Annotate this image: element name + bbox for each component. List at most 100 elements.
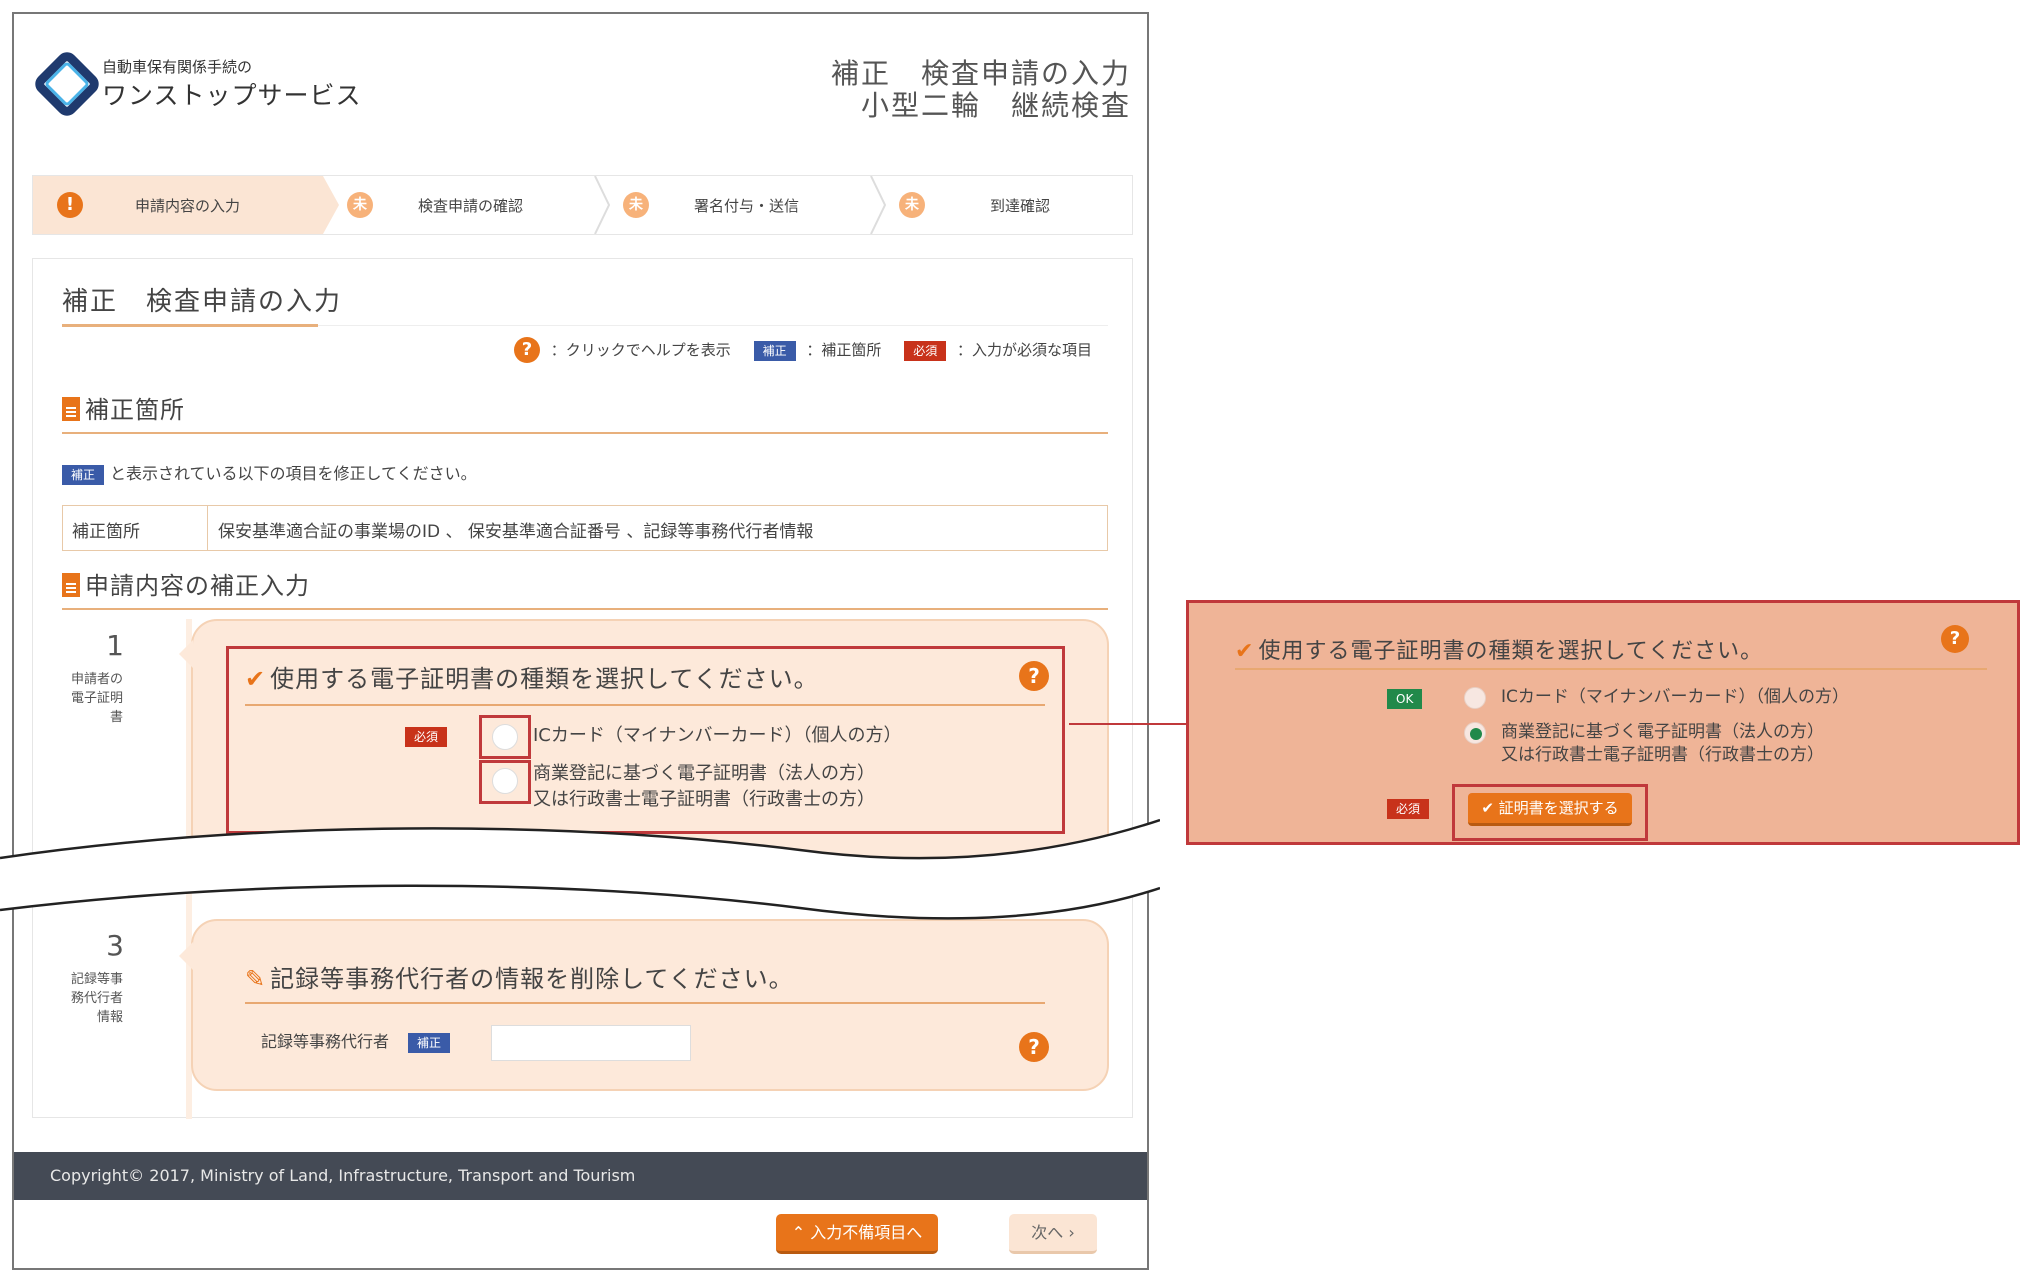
button-label: 入力不備項目へ xyxy=(810,1223,923,1242)
item-label-line: 電子証明 xyxy=(70,691,123,706)
radio-corporate-cert[interactable] xyxy=(492,768,518,794)
required-badge: 必須 xyxy=(405,727,448,747)
content-panel: 補正 検査申請の入力 ? ：クリックでヘルプを表示 補正 ：補正箇所 必須 ：入… xyxy=(32,258,1133,1119)
card-pointer xyxy=(179,942,193,970)
fix-table-value: 保安基準適合証の事業場のID 、 保安基準適合証番号 、記録等事務代行者情報 xyxy=(218,522,814,542)
divider xyxy=(318,325,1108,326)
document-icon xyxy=(62,397,80,421)
item-label-line: 申請者の xyxy=(70,672,123,687)
pending-icon: 未 xyxy=(899,192,925,218)
field-label: 記録等事務代行者 xyxy=(261,1032,390,1051)
step-arrival: 未 到達確認 xyxy=(891,176,1131,234)
legend-required-text: ：入力が必須な項目 xyxy=(956,341,1092,359)
agent-info-input[interactable] xyxy=(491,1025,691,1061)
button-label: 次へ xyxy=(1031,1223,1064,1242)
zoom-callout: ✔ 使用する電子証明書の種類を選択してください。 ? OK ICカード（マイナンバ… xyxy=(1186,600,2020,845)
item-label-line: 書 xyxy=(109,710,123,725)
question-text: 記録等事務代行者の情報を削除してください。 xyxy=(270,965,794,993)
title-underline xyxy=(62,324,318,327)
step-confirm: 未 検査申請の確認 xyxy=(339,176,614,234)
question-card xyxy=(191,919,1109,1091)
ok-badge: OK xyxy=(1387,689,1423,709)
fix-instructions: 補正 と表示されている以下の項目を修正してください。 xyxy=(62,460,477,485)
legend-help-text: ：クリックでヘルプを表示 xyxy=(550,341,731,359)
option-corporate-cert: 商業登記に基づく電子証明書（法人の方） 又は行政書士電子証明書（行政書士の方） xyxy=(1501,721,1824,767)
section-heading-input: 申請内容の補正入力 xyxy=(62,566,310,601)
radio-ic-card[interactable] xyxy=(492,724,518,750)
item-label: 記録等事 務代行者 情報 xyxy=(53,970,123,1027)
document-figure: 自動車保有関係手続の ワンストップサービス 補正 検査申請の入力 小型二輪 継続… xyxy=(0,0,2026,1274)
callout-connector xyxy=(1069,723,1187,725)
pending-icon: 未 xyxy=(347,192,373,218)
logo-icon xyxy=(35,52,99,116)
chevron-right-icon: › xyxy=(1063,1223,1075,1242)
option-line: 又は行政書士電子証明書（行政書士の方） xyxy=(1501,745,1824,765)
option-ic-card: ICカード（マイナンバーカード）（個人の方） xyxy=(533,725,902,746)
question-underline xyxy=(245,704,1045,706)
alert-icon: ! xyxy=(57,192,83,218)
header-title-line2: 小型二輪 継続検査 xyxy=(860,89,1131,122)
page-break-wave xyxy=(0,818,1160,920)
edit-icon: ✎ xyxy=(245,965,267,993)
question-text: 使用する電子証明書の種類を選択してください。 xyxy=(270,665,819,693)
step-arrow xyxy=(323,176,339,234)
step-label: 署名付与・送信 xyxy=(694,197,800,215)
header-title-line1: 補正 検査申請の入力 xyxy=(830,57,1131,90)
required-badge: 必須 xyxy=(1387,799,1430,819)
item-number: 1 xyxy=(106,629,124,662)
next-button[interactable]: 次へ › xyxy=(1009,1214,1097,1254)
question-title: ✎ 記録等事務代行者の情報を削除してください。 xyxy=(245,959,794,994)
fix-table: 補正箇所 保安基準適合証の事業場のID 、 保安基準適合証番号 、記録等事務代行… xyxy=(62,505,1108,551)
radio-ic-card[interactable] xyxy=(1464,687,1486,709)
question-underline xyxy=(245,1002,1045,1004)
footer: Copyright© 2017, Ministry of Land, Infra… xyxy=(14,1152,1147,1200)
progress-steps: ! 申請内容の入力 未 検査申請の確認 未 署名付与・送信 未 到達確認 xyxy=(32,175,1133,235)
button-label: 証明書を選択する xyxy=(1498,799,1619,817)
step-label: 検査申請の確認 xyxy=(418,197,524,215)
legend: ? ：クリックでヘルプを表示 補正 ：補正箇所 必須 ：入力が必須な項目 xyxy=(514,337,1092,369)
check-icon: ✔ xyxy=(1235,639,1255,664)
question-title: ✔ 使用する電子証明書の種類を選択してください。 xyxy=(245,659,819,694)
incomplete-items-button[interactable]: ⌃ 入力不備項目へ xyxy=(776,1214,938,1254)
option-line: 商業登記に基づく電子証明書（法人の方） xyxy=(533,763,875,784)
card-pointer xyxy=(179,640,193,668)
select-certificate-button[interactable]: ✔ 証明書を選択する xyxy=(1468,793,1632,826)
fix-table-header: 補正箇所 xyxy=(63,506,208,550)
option-corporate-cert: 商業登記に基づく電子証明書（法人の方） 又は行政書士電子証明書（行政書士の方） xyxy=(533,761,875,813)
required-badge: 必須 xyxy=(904,341,947,361)
panel-title: 補正 検査申請の入力 xyxy=(62,287,343,317)
question-underline xyxy=(1235,668,1987,670)
option-ic-card: ICカード（マイナンバーカード）（個人の方） xyxy=(1501,687,1850,707)
item-label-line: 記録等事 xyxy=(70,972,123,987)
step-sign: 未 署名付与・送信 xyxy=(615,176,890,234)
help-icon[interactable]: ? xyxy=(1019,661,1049,691)
item-label: 申請者の 電子証明 書 xyxy=(53,670,123,727)
application-page: 自動車保有関係手続の ワンストップサービス 補正 検査申請の入力 小型二輪 継続… xyxy=(12,12,1149,1270)
help-icon[interactable]: ? xyxy=(1019,1032,1049,1062)
chevron-up-icon: ⌃ xyxy=(791,1223,811,1242)
fix-badge: 補正 xyxy=(62,465,105,485)
page-header-title: 補正 検査申請の入力 小型二輪 継続検査 xyxy=(831,58,1131,122)
section-line xyxy=(62,608,1108,610)
step-label: 到達確認 xyxy=(990,197,1051,215)
help-icon[interactable]: ? xyxy=(514,337,541,363)
item-label-line: 情報 xyxy=(96,1010,123,1025)
help-icon[interactable]: ? xyxy=(1941,625,1969,653)
logo-subtitle: 自動車保有関係手続の xyxy=(102,58,253,76)
pending-icon: 未 xyxy=(623,192,649,218)
step-label: 申請内容の入力 xyxy=(135,197,241,215)
section-title: 補正箇所 xyxy=(85,396,185,424)
fix-badge: 補正 xyxy=(753,341,796,361)
question-text: 使用する電子証明書の種類を選択してください。 xyxy=(1258,639,1764,664)
check-icon: ✔ xyxy=(245,665,267,693)
option-line: 商業登記に基づく電子証明書（法人の方） xyxy=(1501,722,1824,742)
radio-corporate-cert-selected[interactable] xyxy=(1464,722,1486,744)
item-label-line: 務代行者 xyxy=(70,991,123,1006)
section-line xyxy=(62,432,1108,434)
section-title: 申請内容の補正入力 xyxy=(85,572,310,600)
document-icon xyxy=(62,573,80,597)
step-input: ! 申請内容の入力 xyxy=(33,176,323,234)
section-heading-fix: 補正箇所 xyxy=(62,390,185,425)
instruction-text: と表示されている以下の項目を修正してください。 xyxy=(110,464,477,483)
legend-fix-text: ：補正箇所 xyxy=(806,341,882,359)
